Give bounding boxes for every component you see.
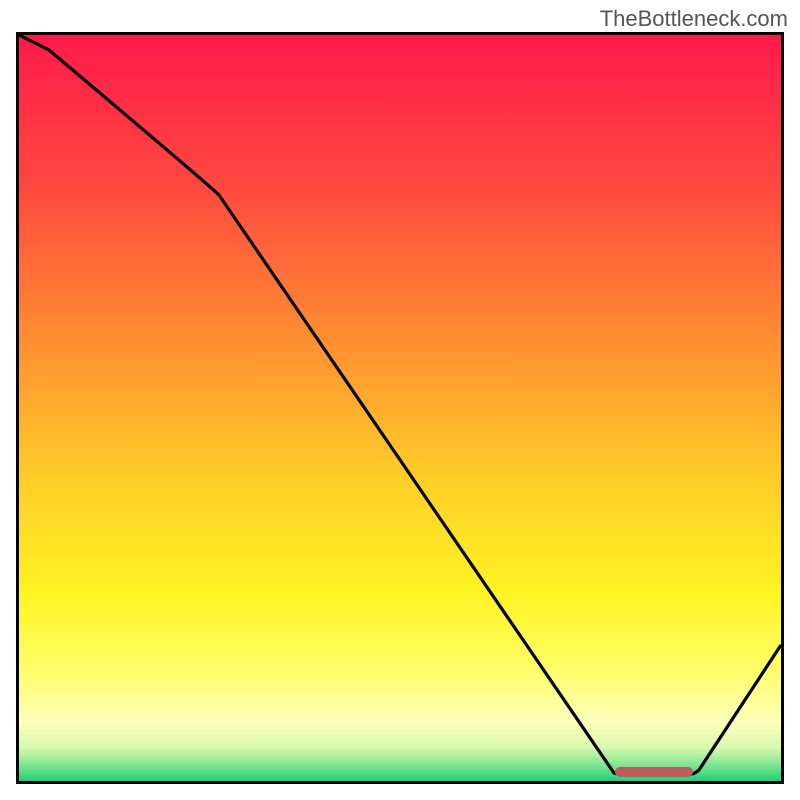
chart-container: TheBottleneck.com [0, 0, 800, 800]
minimum-marker [615, 767, 693, 777]
curve-path [19, 35, 781, 775]
watermark-text: TheBottleneck.com [600, 6, 788, 32]
data-curve [19, 35, 781, 781]
plot-area [16, 32, 784, 784]
